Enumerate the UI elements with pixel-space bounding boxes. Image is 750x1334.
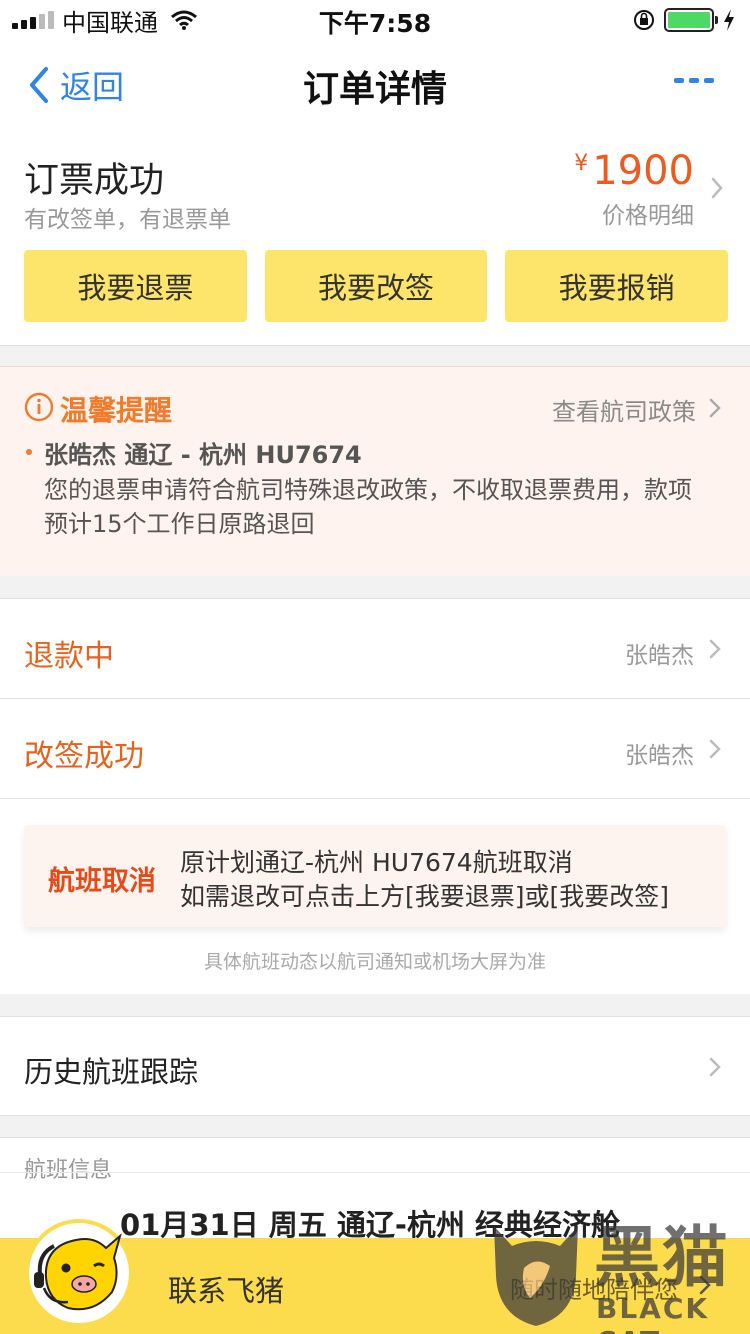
- price-detail-link[interactable]: ¥1900 价格明细: [574, 148, 694, 230]
- reminder-title: 温馨提醒: [60, 394, 173, 427]
- chevron-right-icon: [709, 1057, 721, 1077]
- rotation-lock-icon: [634, 10, 654, 30]
- order-summary-card: 订票成功 有改签单，有退票单 ¥1900 价格明细 我要退票 我要改签 我要报销: [0, 128, 750, 346]
- reminder-text: 您的退票申请符合航司特殊退改政策，不收取退票费用，款项预计15个工作日原路退回: [44, 476, 692, 538]
- reimburse-button[interactable]: 我要报销: [505, 250, 729, 322]
- nav-bar: 返回 订单详情: [0, 40, 750, 128]
- passenger-name: 张皓杰: [625, 743, 694, 769]
- price: ¥1900: [574, 148, 694, 194]
- action-buttons: 我要退票 我要改签 我要报销: [24, 250, 729, 322]
- charging-icon: [724, 9, 734, 31]
- contact-label: 联系飞猪: [168, 1274, 285, 1308]
- change-button[interactable]: 我要改签: [264, 250, 488, 322]
- section-header: 航班信息: [24, 1158, 113, 1183]
- chevron-right-icon: [699, 1275, 711, 1295]
- refund-button[interactable]: 我要退票: [24, 250, 247, 322]
- status-row-label: 退款中: [24, 639, 114, 674]
- chevron-right-icon[interactable]: [708, 397, 722, 419]
- currency-symbol: ¥: [574, 151, 589, 176]
- status-row-changed[interactable]: 改签成功 张皓杰: [0, 699, 750, 799]
- chevron-right-icon: [709, 639, 721, 659]
- flight-cancel-card: 航班取消 原计划通辽-杭州 HU7674航班取消 如需退改可点击上方[我要退票]…: [24, 825, 726, 927]
- flight-cancel-section: 航班取消 原计划通辽-杭州 HU7674航班取消 如需退改可点击上方[我要退票]…: [0, 799, 750, 994]
- cancel-instruction: 如需退改可点击上方[我要退票]或[我要改签]: [180, 882, 670, 911]
- info-icon: [24, 392, 54, 422]
- status-row-label: 改签成功: [24, 739, 144, 774]
- page-title: 订单详情: [302, 69, 447, 110]
- price-detail-label: 价格明细: [602, 203, 694, 229]
- airline-policy-link[interactable]: 查看航司政策: [552, 392, 696, 427]
- chevron-right-icon[interactable]: [710, 176, 724, 200]
- ticket-status-list: 退款中 张皓杰 改签成功 张皓杰: [0, 598, 750, 799]
- status-bar: 中国联通 下午7:58: [0, 0, 750, 40]
- cancel-message: 原计划通辽-杭州 HU7674航班取消: [180, 848, 573, 877]
- contact-slogan: 随时随地陪伴您: [510, 1276, 678, 1304]
- flight-history-row[interactable]: 历史航班跟踪: [0, 1016, 750, 1116]
- status-right: [632, 8, 736, 32]
- contact-bar[interactable]: 联系飞猪 随时随地陪伴您: [0, 1219, 750, 1334]
- divider: [0, 1172, 750, 1173]
- bullet-dot: [26, 449, 32, 455]
- reminder-flight: 张皓杰 通辽 - 杭州 HU7674: [44, 441, 362, 469]
- cancel-badge: 航班取消: [48, 866, 156, 897]
- mascot-avatar-icon: [25, 1219, 133, 1327]
- passenger-name: 张皓杰: [625, 643, 694, 669]
- status-row-refunding[interactable]: 退款中 张皓杰: [0, 599, 750, 699]
- cancel-footnote: 具体航班动态以航司通知或机场大屏为准: [203, 951, 546, 973]
- price-value: 1900: [592, 148, 694, 194]
- chevron-right-icon: [709, 739, 721, 759]
- history-label: 历史航班跟踪: [24, 1055, 199, 1089]
- order-subtitle: 有改签单，有退票单: [24, 207, 231, 233]
- battery-icon: [664, 8, 718, 32]
- reminder-panel: 温馨提醒 查看航司政策 张皓杰 通辽 - 杭州 HU7674 您的退票申请符合航…: [0, 366, 750, 576]
- order-status: 订票成功: [24, 161, 165, 201]
- more-menu-icon[interactable]: [674, 78, 714, 83]
